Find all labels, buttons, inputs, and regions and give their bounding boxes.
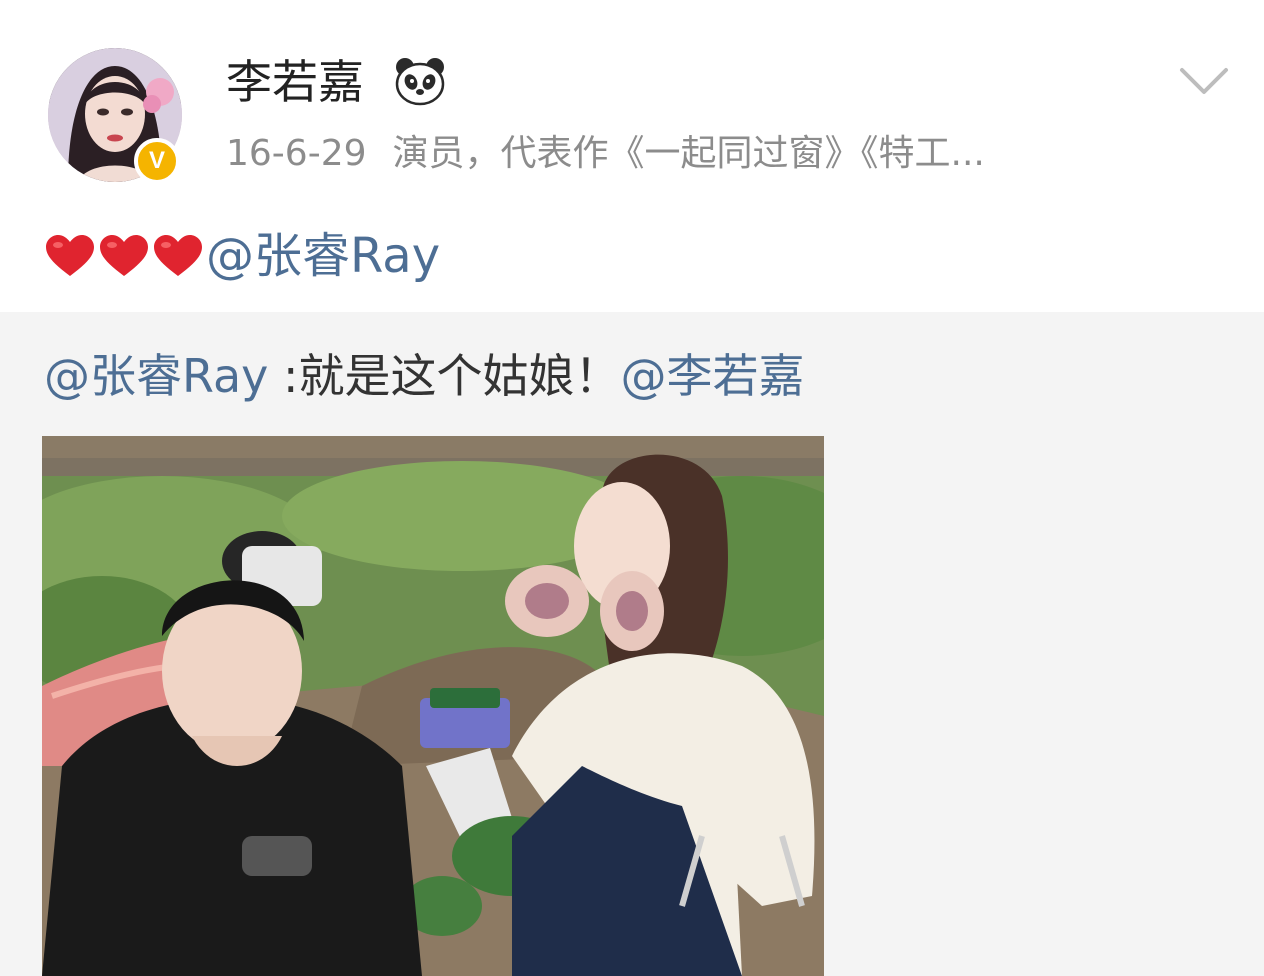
mention-link[interactable]: @张睿Ray	[206, 228, 440, 284]
repost-card[interactable]: @张睿Ray :就是这个姑娘！@李若嘉	[0, 312, 1264, 976]
post-header: V 李若嘉 16-6-29 演员，代表作《一起同过窗》《特工...	[0, 0, 1264, 200]
username[interactable]: 李若嘉	[226, 52, 364, 112]
post-date: 16-6-29	[226, 133, 367, 174]
repost-author-mention[interactable]: @张睿Ray	[44, 349, 268, 403]
verified-badge-icon: V	[134, 138, 180, 184]
post-meta: 16-6-29 演员，代表作《一起同过窗》《特工...	[226, 130, 985, 178]
user-bio: 演员，代表作《一起同过窗》《特工...	[392, 133, 985, 174]
post-content: @张睿Ray	[44, 224, 440, 288]
weibo-post: V 李若嘉 16-6-29 演员，代表作《一起同过窗》《特工... @张睿Ray…	[0, 0, 1264, 976]
panda-icon	[392, 54, 448, 108]
heart-emoji-icon	[152, 234, 204, 278]
repost-text: @张睿Ray :就是这个姑娘！@李若嘉	[44, 346, 805, 406]
heart-emoji-icon	[98, 234, 150, 278]
repost-target-mention[interactable]: @李若嘉	[621, 349, 805, 403]
chevron-down-icon[interactable]	[1176, 62, 1232, 102]
repost-body: :就是这个姑娘！	[268, 349, 621, 403]
photo-image	[42, 436, 824, 976]
repost-photo[interactable]	[42, 436, 824, 976]
heart-emoji-icon	[44, 234, 96, 278]
